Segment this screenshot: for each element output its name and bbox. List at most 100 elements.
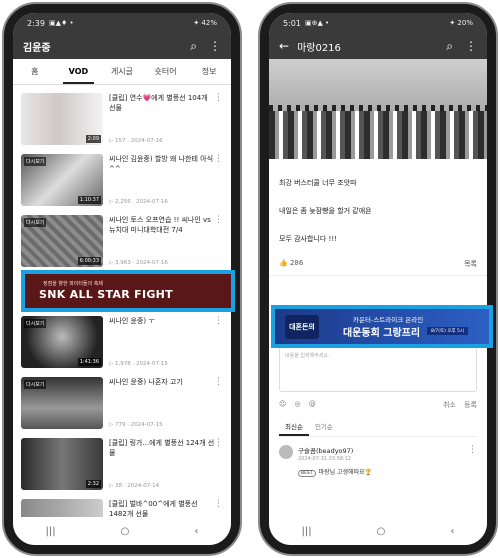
like-button[interactable]: 👍 286 (279, 259, 303, 269)
tab-home[interactable]: 홈 (13, 59, 57, 84)
video-item[interactable]: 2:09 [클립] 연수💗에게 별풍선 104개 선물 ▷ 157 · 2024… (13, 89, 231, 150)
comment-tools: ☺ ◎ @ 취소 등록 (279, 400, 477, 410)
cancel-button[interactable]: 취소 (443, 401, 456, 409)
video-info: [클립] 링가...에게 별풍선 124개 선물 ▷ 38 · 2024-07-… (109, 438, 223, 491)
recent-apps-button[interactable]: ||| (302, 526, 312, 537)
status-battery: ✦ 42% (193, 19, 217, 27)
list-button[interactable]: 목록 (464, 259, 477, 269)
status-bar: 5:01 ▣⊕▲ • ✦ 20% (269, 13, 487, 33)
video-item[interactable]: 2:32 [클립] 링가...에게 별풍선 124개 선물 ▷ 38 · 202… (13, 434, 231, 495)
banner-line-1: 카운터-스트라이크 온라인 (353, 316, 424, 324)
mention-icon[interactable]: @ (309, 400, 316, 408)
video-title[interactable]: [클립] 링가...에게 별풍선 124개 선물 (109, 438, 223, 458)
video-thumbnail[interactable]: 다시보기 1:41:36 (21, 316, 103, 368)
comment-sort: 최신순 인기순 (279, 418, 477, 437)
video-title[interactable]: [클립] 연수💗에게 별풍선 104개 선물 (109, 93, 223, 113)
more-icon[interactable]: ⋮ (468, 445, 477, 476)
banner-logo: 대혼돈의 (285, 315, 319, 339)
back-button[interactable]: ‹ (194, 526, 198, 537)
video-title[interactable]: 씨나인 윤중) 나혼자 고기 (109, 377, 223, 387)
more-menu-icon[interactable]: ⋮ (465, 39, 477, 53)
video-meta: ▷ 3,963 · 2024-07-16 (109, 260, 168, 266)
status-battery: ✦ 20% (449, 19, 473, 27)
app-bar: ← 마랑0216 ⌕ ⋮ (269, 33, 487, 59)
video-title[interactable]: [클립] 벌바^00^에게 별풍선 1482개 선물 (109, 499, 223, 519)
status-bar: 2:39 ▣▲♦ • ✦ 42% (13, 13, 231, 33)
video-title[interactable]: 씨나인 김윤중) 할방 왜 나한테 아식^^ (109, 154, 223, 174)
status-time: 5:01 (283, 18, 301, 28)
banner-subtitle: 정점을 향한 파이터들의 축제 (43, 281, 103, 287)
banner-line-3: 8/7(토) 오후 5시 (427, 327, 469, 335)
avatar[interactable] (279, 445, 293, 459)
video-thumbnail[interactable]: 다시보기 1:10:37 (21, 154, 103, 206)
tab-vod[interactable]: VOD (57, 59, 101, 84)
comment-input[interactable]: 내용을 입력해주세요. (279, 346, 477, 392)
like-bar: 👍 286 목록 (269, 259, 487, 276)
tab-info[interactable]: 정보 (187, 59, 231, 84)
banner-line-2: 대운동회 그랑프리 (343, 328, 421, 339)
video-duration: 2:09 (85, 135, 101, 143)
camera-icon[interactable]: ◎ (295, 400, 301, 408)
ad-banner-left[interactable]: 정점을 향한 파이터들의 축제 SNK ALL STAR FIGHT (21, 270, 235, 312)
video-duration: 6:00:33 (77, 257, 101, 265)
submit-button[interactable]: 등록 (464, 401, 477, 409)
sort-latest[interactable]: 최신순 (279, 418, 309, 436)
video-info: 씨나인 김윤중) 할방 왜 나한테 아식^^ ▷ 2,256 · 2024-07… (109, 154, 223, 207)
video-thumbnail[interactable]: 다시보기 6:00:33 (21, 215, 103, 267)
video-thumbnail[interactable]: 다시보기 (21, 377, 103, 429)
right-screen: 5:01 ▣⊕▲ • ✦ 20% ← 마랑0216 ⌕ ⋮ 최강 버스터콜 너무… (269, 13, 487, 545)
search-icon[interactable]: ⌕ (190, 39, 197, 54)
back-arrow-icon[interactable]: ← (279, 39, 289, 53)
post-line: 최강 버스터콜 너무 조앗따 (279, 179, 357, 187)
ad-banner-right[interactable]: 대혼돈의 카운터-스트라이크 온라인 대운동회 그랑프리 8/7(토) 오후 5… (271, 305, 493, 348)
comment-date: 2024-07-31 03:58:12 (298, 456, 352, 462)
video-title[interactable]: 씨나인 윤중) ㅜ (109, 316, 223, 326)
video-item[interactable]: 다시보기 1:41:36 씨나인 윤중) ㅜ ▷ 1,978 · 2024-07… (13, 312, 231, 373)
more-icon[interactable]: ⋮ (214, 316, 223, 326)
video-thumbnail[interactable]: 2:09 (21, 93, 103, 145)
video-item[interactable]: 다시보기 6:00:33 씨나인 토스 오프연습 !! 씨나인 vs 뉴치대 미… (13, 211, 231, 272)
status-time: 2:39 (27, 18, 45, 28)
replay-badge: 다시보기 (24, 319, 47, 328)
thumbs-up-icon: 👍 (279, 259, 288, 267)
video-meta: ▷ 38 · 2024-07-14 (109, 483, 160, 489)
replay-badge: 다시보기 (24, 380, 47, 389)
replay-badge: 다시보기 (24, 157, 47, 166)
recent-apps-button[interactable]: ||| (46, 526, 56, 537)
video-title[interactable]: 씨나인 토스 오프연습 !! 씨나인 vs 뉴치대 미니대학대전 7/4 (109, 215, 223, 235)
tab-shorts[interactable]: 숏터어 (144, 59, 188, 84)
video-item[interactable]: 다시보기 1:10:37 씨나인 김윤중) 할방 왜 나한테 아식^^ ▷ 2,… (13, 150, 231, 211)
comment-actions: 취소 등록 (443, 400, 477, 410)
status-icons: ▣⊕▲ • (304, 19, 330, 27)
home-button[interactable]: ○ (121, 526, 130, 537)
comment-text: 마랑님 고생해따요🏆 (318, 469, 373, 476)
status-icons: ▣▲♦ • (48, 19, 74, 27)
video-item[interactable]: 다시보기 씨나인 윤중) 나혼자 고기 ▷ 779 · 2024-07-15 ⋮ (13, 373, 231, 434)
comment-author[interactable]: 구슬꼼(beadyo97) (298, 445, 468, 455)
comment-item: 구슬꼼(beadyo97) 2024-07-31 03:58:12 BEST 마랑… (279, 445, 477, 477)
video-thumbnail[interactable]: 2:32 (21, 438, 103, 490)
video-info: 씨나인 윤중) 나혼자 고기 ▷ 779 · 2024-07-15 ⋮ (109, 377, 223, 430)
sort-popular[interactable]: 인기순 (309, 418, 339, 436)
emoji-icon[interactable]: ☺ (279, 400, 286, 408)
more-icon[interactable]: ⋮ (214, 438, 223, 448)
more-menu-icon[interactable]: ⋮ (209, 39, 221, 53)
home-button[interactable]: ○ (377, 526, 386, 537)
comment-tool-icons: ☺ ◎ @ (279, 400, 322, 410)
search-icon[interactable]: ⌕ (446, 39, 453, 54)
more-icon[interactable]: ⋮ (214, 93, 223, 103)
like-count: 286 (289, 259, 304, 267)
tab-posts[interactable]: 게시글 (100, 59, 144, 84)
video-meta: ▷ 779 · 2024-07-15 (109, 422, 163, 428)
banner-title: SNK ALL STAR FIGHT (39, 288, 173, 301)
more-icon[interactable]: ⋮ (214, 215, 223, 225)
more-icon[interactable]: ⋮ (214, 377, 223, 387)
best-badge: BEST (298, 470, 316, 477)
video-duration: 1:41:36 (77, 358, 101, 366)
more-icon[interactable]: ⋮ (214, 154, 223, 164)
channel-title: 김윤중 (23, 42, 51, 54)
post-photo[interactable] (269, 59, 487, 159)
more-icon[interactable]: ⋮ (214, 499, 223, 509)
comment-content: 구슬꼼(beadyo97) 2024-07-31 03:58:12 BEST 마랑… (298, 445, 468, 477)
back-button[interactable]: ‹ (450, 526, 454, 537)
